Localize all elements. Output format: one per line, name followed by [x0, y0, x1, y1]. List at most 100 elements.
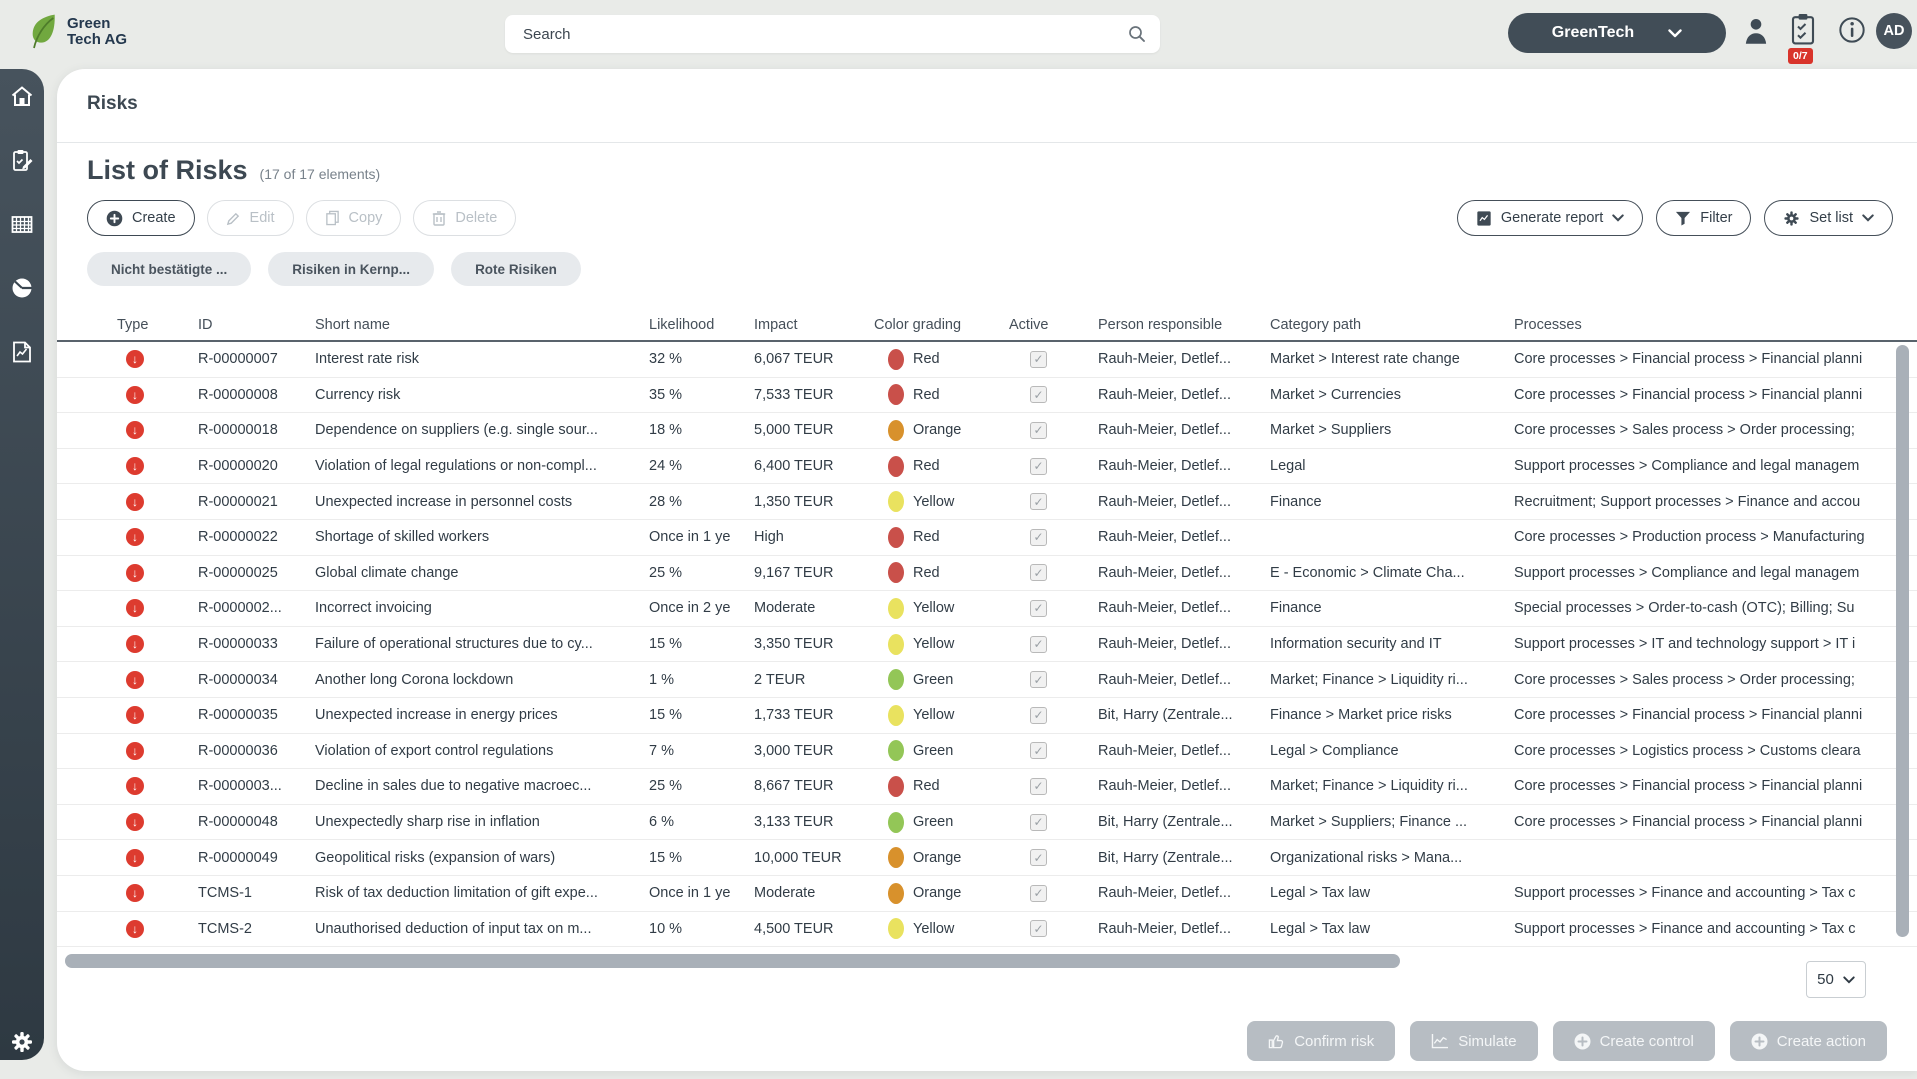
risk-short-name: Unexpectedly sharp rise in inflation	[315, 814, 540, 831]
set-list-button[interactable]: Set list	[1764, 200, 1893, 236]
table-row[interactable]: ↓ R-00000008 Currency risk 35 % 7,533 TE…	[57, 378, 1917, 414]
active-checkbox[interactable]: ✓	[1030, 777, 1047, 795]
page-size-select[interactable]: 50	[1806, 961, 1866, 998]
filter-button[interactable]: Filter	[1656, 200, 1752, 236]
create-control-button[interactable]: Create control	[1552, 1021, 1715, 1061]
table-row[interactable]: ↓ R-0000003... Decline in sales due to n…	[57, 769, 1917, 805]
col-header-color-grading[interactable]: Color grading	[874, 317, 1009, 333]
table-row[interactable]: ↓ R-00000049 Geopolitical risks (expansi…	[57, 840, 1917, 876]
table-row[interactable]: ↓ R-00000022 Shortage of skilled workers…	[57, 520, 1917, 556]
tasks-icon[interactable]	[10, 148, 34, 172]
col-header-short-name[interactable]: Short name	[315, 317, 649, 333]
table-row[interactable]: ↓ R-00000034 Another long Corona lockdow…	[57, 662, 1917, 698]
person-responsible: Bit, Harry (Zentrale...	[1098, 849, 1233, 866]
table-row[interactable]: ↓ R-00000033 Failure of operational stru…	[57, 627, 1917, 663]
generate-report-button[interactable]: Generate report	[1456, 200, 1644, 236]
delete-button[interactable]: Delete	[413, 200, 517, 236]
risk-id: R-00000035	[198, 707, 278, 724]
person-responsible: Rauh-Meier, Detlef...	[1098, 458, 1231, 475]
active-checkbox[interactable]: ✓	[1030, 813, 1047, 831]
col-header-id[interactable]: ID	[198, 317, 315, 333]
table-row[interactable]: ↓ TCMS-1 Risk of tax deduction limitatio…	[57, 876, 1917, 912]
avatar[interactable]: AD	[1876, 13, 1912, 49]
user-icon[interactable]	[1742, 16, 1770, 46]
copy-button[interactable]: Copy	[305, 200, 402, 236]
color-grading-dot	[888, 775, 904, 797]
filter-chip[interactable]: Rote Risiken	[451, 252, 581, 286]
person-responsible: Rauh-Meier, Detlef...	[1098, 529, 1231, 546]
pie-chart-icon[interactable]	[10, 276, 34, 300]
active-checkbox[interactable]: ✓	[1030, 421, 1047, 439]
confirm-risk-button[interactable]: Confirm risk	[1247, 1021, 1396, 1061]
risk-impact: 6,400 TEUR	[754, 458, 834, 475]
app-root: Green Tech AG GreenTech 0/7 AD	[0, 0, 1917, 1079]
risk-table-body: ↓ R-00000007 Interest rate risk 32 % 6,0…	[57, 342, 1917, 948]
table-row[interactable]: ↓ TCMS-2 Unauthorised deduction of input…	[57, 912, 1917, 948]
brand-logo: Green Tech AG	[28, 12, 127, 52]
filter-chip[interactable]: Risiken in Kernp...	[268, 252, 435, 286]
active-checkbox[interactable]: ✓	[1030, 884, 1047, 902]
settings-gear-icon[interactable]	[10, 1030, 34, 1054]
table-row[interactable]: ↓ R-00000007 Interest rate risk 32 % 6,0…	[57, 342, 1917, 378]
edit-button[interactable]: Edit	[206, 200, 294, 236]
active-checkbox[interactable]: ✓	[1030, 742, 1047, 760]
table-row[interactable]: ↓ R-00000035 Unexpected increase in ener…	[57, 698, 1917, 734]
horizontal-scrollbar-thumb[interactable]	[65, 954, 1400, 968]
active-checkbox[interactable]: ✓	[1030, 635, 1047, 653]
table-row[interactable]: ↓ R-00000048 Unexpectedly sharp rise in …	[57, 805, 1917, 841]
col-header-processes[interactable]: Processes	[1514, 317, 1917, 333]
filter-chip[interactable]: Nicht bestätigte ...	[87, 252, 252, 286]
search-icon[interactable]	[1127, 24, 1147, 44]
active-checkbox[interactable]: ✓	[1030, 849, 1047, 867]
active-checkbox[interactable]: ✓	[1030, 528, 1047, 546]
col-header-type[interactable]: Type	[117, 317, 198, 333]
table-row[interactable]: ↓ R-00000025 Global climate change 25 % …	[57, 556, 1917, 592]
simulate-button[interactable]: Simulate	[1410, 1021, 1538, 1061]
create-action-button[interactable]: Create action	[1729, 1021, 1887, 1061]
active-checkbox[interactable]: ✓	[1030, 671, 1047, 689]
tasks-clipboard-icon[interactable]	[1788, 12, 1818, 46]
org-selector[interactable]: GreenTech	[1508, 13, 1726, 53]
col-header-impact[interactable]: Impact	[754, 317, 874, 333]
category-path: Finance	[1270, 493, 1322, 510]
col-header-category-path[interactable]: Category path	[1270, 317, 1514, 333]
col-header-active[interactable]: Active	[1009, 317, 1098, 333]
trash-icon	[433, 211, 446, 226]
risk-short-name: Decline in sales due to negative macroec…	[315, 778, 592, 795]
plus-circle-icon	[106, 210, 123, 226]
search-input[interactable]	[505, 15, 1160, 53]
active-checkbox[interactable]: ✓	[1030, 493, 1047, 511]
processes: Core processes > Sales process > Order p…	[1514, 671, 1855, 688]
color-grading-label: Orange	[913, 885, 962, 902]
color-grading-dot	[888, 491, 904, 513]
table-icon[interactable]	[10, 212, 34, 236]
home-icon[interactable]	[10, 84, 34, 108]
report-icon[interactable]	[10, 340, 34, 364]
col-header-likelihood[interactable]: Likelihood	[649, 317, 754, 333]
person-responsible: Rauh-Meier, Detlef...	[1098, 351, 1231, 368]
risk-short-name: Dependence on suppliers (e.g. single sou…	[315, 422, 598, 439]
risk-type-icon: ↓	[126, 813, 144, 832]
vertical-scrollbar-thumb[interactable]	[1896, 345, 1909, 937]
active-checkbox[interactable]: ✓	[1030, 706, 1047, 724]
active-checkbox[interactable]: ✓	[1030, 564, 1047, 582]
table-row[interactable]: ↓ R-00000020 Violation of legal regulati…	[57, 449, 1917, 485]
active-checkbox[interactable]: ✓	[1030, 386, 1047, 404]
table-row[interactable]: ↓ R-00000021 Unexpected increase in pers…	[57, 484, 1917, 520]
table-row[interactable]: ↓ R-0000002... Incorrect invoicing Once …	[57, 591, 1917, 627]
active-checkbox[interactable]: ✓	[1030, 457, 1047, 475]
category-path: Organizational risks > Mana...	[1270, 849, 1463, 866]
risk-likelihood: 25 %	[649, 564, 683, 581]
table-row[interactable]: ↓ R-00000036 Violation of export control…	[57, 734, 1917, 770]
color-grading-dot	[888, 562, 904, 584]
col-header-person-responsible[interactable]: Person responsible	[1098, 317, 1270, 333]
info-icon[interactable]	[1838, 16, 1866, 44]
color-grading-dot	[888, 348, 904, 370]
risk-short-name: Failure of operational structures due to…	[315, 636, 593, 653]
risk-impact: Moderate	[754, 885, 816, 902]
table-row[interactable]: ↓ R-00000018 Dependence on suppliers (e.…	[57, 413, 1917, 449]
create-button[interactable]: Create	[87, 200, 195, 236]
active-checkbox[interactable]: ✓	[1030, 350, 1047, 368]
active-checkbox[interactable]: ✓	[1030, 599, 1047, 617]
active-checkbox[interactable]: ✓	[1030, 920, 1047, 938]
